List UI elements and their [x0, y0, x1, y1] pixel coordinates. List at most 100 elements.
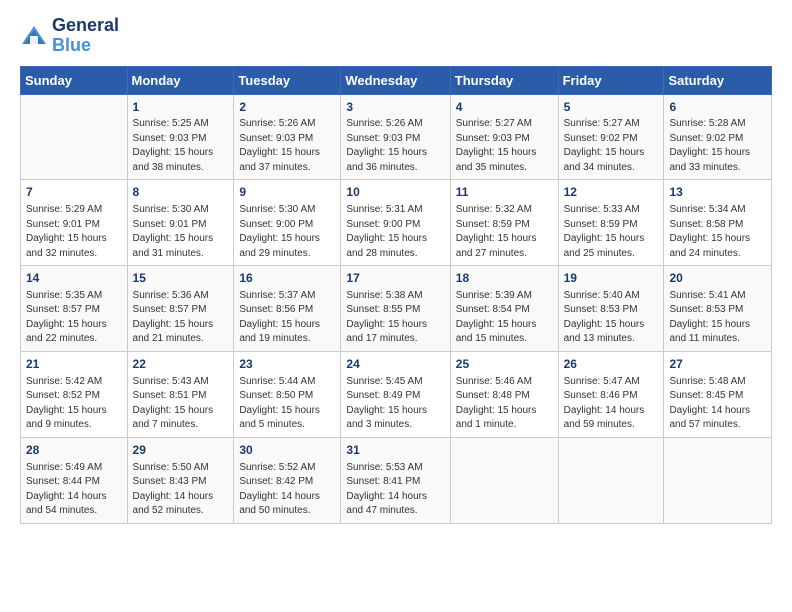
- day-cell: 13 Sunrise: 5:34 AMSunset: 8:58 PMDayligh…: [664, 180, 772, 266]
- day-info: Sunrise: 5:26 AMSunset: 9:03 PMDaylight:…: [239, 117, 335, 175]
- day-cell: 22 Sunrise: 5:43 AMSunset: 8:51 PMDayligh…: [127, 351, 234, 437]
- day-number: 10: [346, 184, 444, 201]
- day-number: 22: [133, 356, 229, 373]
- day-info: Sunrise: 5:32 AMSunset: 8:59 PMDaylight:…: [456, 203, 553, 261]
- day-info: Sunrise: 5:29 AMSunset: 9:01 PMDaylight:…: [26, 203, 122, 261]
- week-row-4: 21 Sunrise: 5:42 AMSunset: 8:52 PMDayligh…: [21, 351, 772, 437]
- week-row-5: 28 Sunrise: 5:49 AMSunset: 8:44 PMDayligh…: [21, 437, 772, 523]
- day-info: Sunrise: 5:45 AMSunset: 8:49 PMDaylight:…: [346, 375, 444, 433]
- day-info: Sunrise: 5:35 AMSunset: 8:57 PMDaylight:…: [26, 289, 122, 347]
- day-info: Sunrise: 5:50 AMSunset: 8:43 PMDaylight:…: [133, 461, 229, 519]
- col-header-monday: Monday: [127, 66, 234, 94]
- day-info: Sunrise: 5:40 AMSunset: 8:53 PMDaylight:…: [564, 289, 659, 347]
- day-number: 12: [564, 184, 659, 201]
- logo-text: GeneralBlue: [52, 16, 119, 56]
- day-cell: 18 Sunrise: 5:39 AMSunset: 8:54 PMDayligh…: [450, 266, 558, 352]
- day-number: 21: [26, 356, 122, 373]
- day-cell: 20 Sunrise: 5:41 AMSunset: 8:53 PMDayligh…: [664, 266, 772, 352]
- day-number: 26: [564, 356, 659, 373]
- day-cell: [21, 94, 128, 180]
- day-cell: 10 Sunrise: 5:31 AMSunset: 9:00 PMDayligh…: [341, 180, 450, 266]
- day-cell: 28 Sunrise: 5:49 AMSunset: 8:44 PMDayligh…: [21, 437, 128, 523]
- calendar-table: SundayMondayTuesdayWednesdayThursdayFrid…: [20, 66, 772, 524]
- col-header-sunday: Sunday: [21, 66, 128, 94]
- header: GeneralBlue: [20, 16, 772, 56]
- day-cell: 19Sunrise: 5:40 AMSunset: 8:53 PMDayligh…: [558, 266, 664, 352]
- column-headers: SundayMondayTuesdayWednesdayThursdayFrid…: [21, 66, 772, 94]
- logo-icon: [20, 22, 48, 50]
- day-cell: 27 Sunrise: 5:48 AMSunset: 8:45 PMDayligh…: [664, 351, 772, 437]
- day-info: Sunrise: 5:27 AMSunset: 9:02 PMDaylight:…: [564, 117, 659, 175]
- day-cell: 2Sunrise: 5:26 AMSunset: 9:03 PMDaylight…: [234, 94, 341, 180]
- day-number: 11: [456, 184, 553, 201]
- day-cell: [558, 437, 664, 523]
- day-info: Sunrise: 5:31 AMSunset: 9:00 PMDaylight:…: [346, 203, 444, 261]
- day-info: Sunrise: 5:41 AMSunset: 8:53 PMDaylight:…: [669, 289, 766, 347]
- col-header-tuesday: Tuesday: [234, 66, 341, 94]
- day-number: 30: [239, 442, 335, 459]
- day-number: 20: [669, 270, 766, 287]
- day-number: 31: [346, 442, 444, 459]
- day-info: Sunrise: 5:39 AMSunset: 8:54 PMDaylight:…: [456, 289, 553, 347]
- day-number: 8: [133, 184, 229, 201]
- day-cell: 29Sunrise: 5:50 AMSunset: 8:43 PMDayligh…: [127, 437, 234, 523]
- day-info: Sunrise: 5:36 AMSunset: 8:57 PMDaylight:…: [133, 289, 229, 347]
- col-header-thursday: Thursday: [450, 66, 558, 94]
- day-number: 24: [346, 356, 444, 373]
- day-number: 5: [564, 99, 659, 116]
- day-number: 7: [26, 184, 122, 201]
- day-number: 27: [669, 356, 766, 373]
- day-info: Sunrise: 5:30 AMSunset: 9:01 PMDaylight:…: [133, 203, 229, 261]
- day-cell: 7 Sunrise: 5:29 AMSunset: 9:01 PMDaylight…: [21, 180, 128, 266]
- day-info: Sunrise: 5:38 AMSunset: 8:55 PMDaylight:…: [346, 289, 444, 347]
- day-cell: 23Sunrise: 5:44 AMSunset: 8:50 PMDayligh…: [234, 351, 341, 437]
- day-number: 15: [133, 270, 229, 287]
- day-cell: 16Sunrise: 5:37 AMSunset: 8:56 PMDayligh…: [234, 266, 341, 352]
- day-cell: 12Sunrise: 5:33 AMSunset: 8:59 PMDayligh…: [558, 180, 664, 266]
- day-number: 1: [133, 99, 229, 116]
- week-row-2: 7 Sunrise: 5:29 AMSunset: 9:01 PMDaylight…: [21, 180, 772, 266]
- day-info: Sunrise: 5:49 AMSunset: 8:44 PMDaylight:…: [26, 461, 122, 519]
- day-info: Sunrise: 5:44 AMSunset: 8:50 PMDaylight:…: [239, 375, 335, 433]
- col-header-wednesday: Wednesday: [341, 66, 450, 94]
- day-cell: 30Sunrise: 5:52 AMSunset: 8:42 PMDayligh…: [234, 437, 341, 523]
- day-cell: 14Sunrise: 5:35 AMSunset: 8:57 PMDayligh…: [21, 266, 128, 352]
- day-info: Sunrise: 5:34 AMSunset: 8:58 PMDaylight:…: [669, 203, 766, 261]
- day-info: Sunrise: 5:53 AMSunset: 8:41 PMDaylight:…: [346, 461, 444, 519]
- day-cell: 21 Sunrise: 5:42 AMSunset: 8:52 PMDayligh…: [21, 351, 128, 437]
- day-number: 25: [456, 356, 553, 373]
- day-number: 28: [26, 442, 122, 459]
- day-number: 16: [239, 270, 335, 287]
- day-info: Sunrise: 5:48 AMSunset: 8:45 PMDaylight:…: [669, 375, 766, 433]
- day-info: Sunrise: 5:26 AMSunset: 9:03 PMDaylight:…: [346, 117, 444, 175]
- day-cell: 31 Sunrise: 5:53 AMSunset: 8:41 PMDayligh…: [341, 437, 450, 523]
- day-cell: 11 Sunrise: 5:32 AMSunset: 8:59 PMDayligh…: [450, 180, 558, 266]
- day-cell: 24 Sunrise: 5:45 AMSunset: 8:49 PMDayligh…: [341, 351, 450, 437]
- day-info: Sunrise: 5:43 AMSunset: 8:51 PMDaylight:…: [133, 375, 229, 433]
- day-number: 3: [346, 99, 444, 116]
- day-number: 6: [669, 99, 766, 116]
- day-info: Sunrise: 5:27 AMSunset: 9:03 PMDaylight:…: [456, 117, 553, 175]
- day-cell: 8 Sunrise: 5:30 AMSunset: 9:01 PMDaylight…: [127, 180, 234, 266]
- day-cell: 9Sunrise: 5:30 AMSunset: 9:00 PMDaylight…: [234, 180, 341, 266]
- week-row-1: 1Sunrise: 5:25 AMSunset: 9:03 PMDaylight…: [21, 94, 772, 180]
- day-number: 13: [669, 184, 766, 201]
- day-info: Sunrise: 5:46 AMSunset: 8:48 PMDaylight:…: [456, 375, 553, 433]
- day-info: Sunrise: 5:47 AMSunset: 8:46 PMDaylight:…: [564, 375, 659, 433]
- day-cell: 15 Sunrise: 5:36 AMSunset: 8:57 PMDayligh…: [127, 266, 234, 352]
- day-cell: 26 Sunrise: 5:47 AMSunset: 8:46 PMDayligh…: [558, 351, 664, 437]
- day-info: Sunrise: 5:28 AMSunset: 9:02 PMDaylight:…: [669, 117, 766, 175]
- day-cell: 6Sunrise: 5:28 AMSunset: 9:02 PMDaylight…: [664, 94, 772, 180]
- week-row-3: 14Sunrise: 5:35 AMSunset: 8:57 PMDayligh…: [21, 266, 772, 352]
- day-number: 17: [346, 270, 444, 287]
- day-cell: 25 Sunrise: 5:46 AMSunset: 8:48 PMDayligh…: [450, 351, 558, 437]
- day-cell: [450, 437, 558, 523]
- day-number: 18: [456, 270, 553, 287]
- logo: GeneralBlue: [20, 16, 119, 56]
- day-cell: 1Sunrise: 5:25 AMSunset: 9:03 PMDaylight…: [127, 94, 234, 180]
- day-info: Sunrise: 5:42 AMSunset: 8:52 PMDaylight:…: [26, 375, 122, 433]
- day-info: Sunrise: 5:25 AMSunset: 9:03 PMDaylight:…: [133, 117, 229, 175]
- col-header-saturday: Saturday: [664, 66, 772, 94]
- day-info: Sunrise: 5:30 AMSunset: 9:00 PMDaylight:…: [239, 203, 335, 261]
- day-cell: 5Sunrise: 5:27 AMSunset: 9:02 PMDaylight…: [558, 94, 664, 180]
